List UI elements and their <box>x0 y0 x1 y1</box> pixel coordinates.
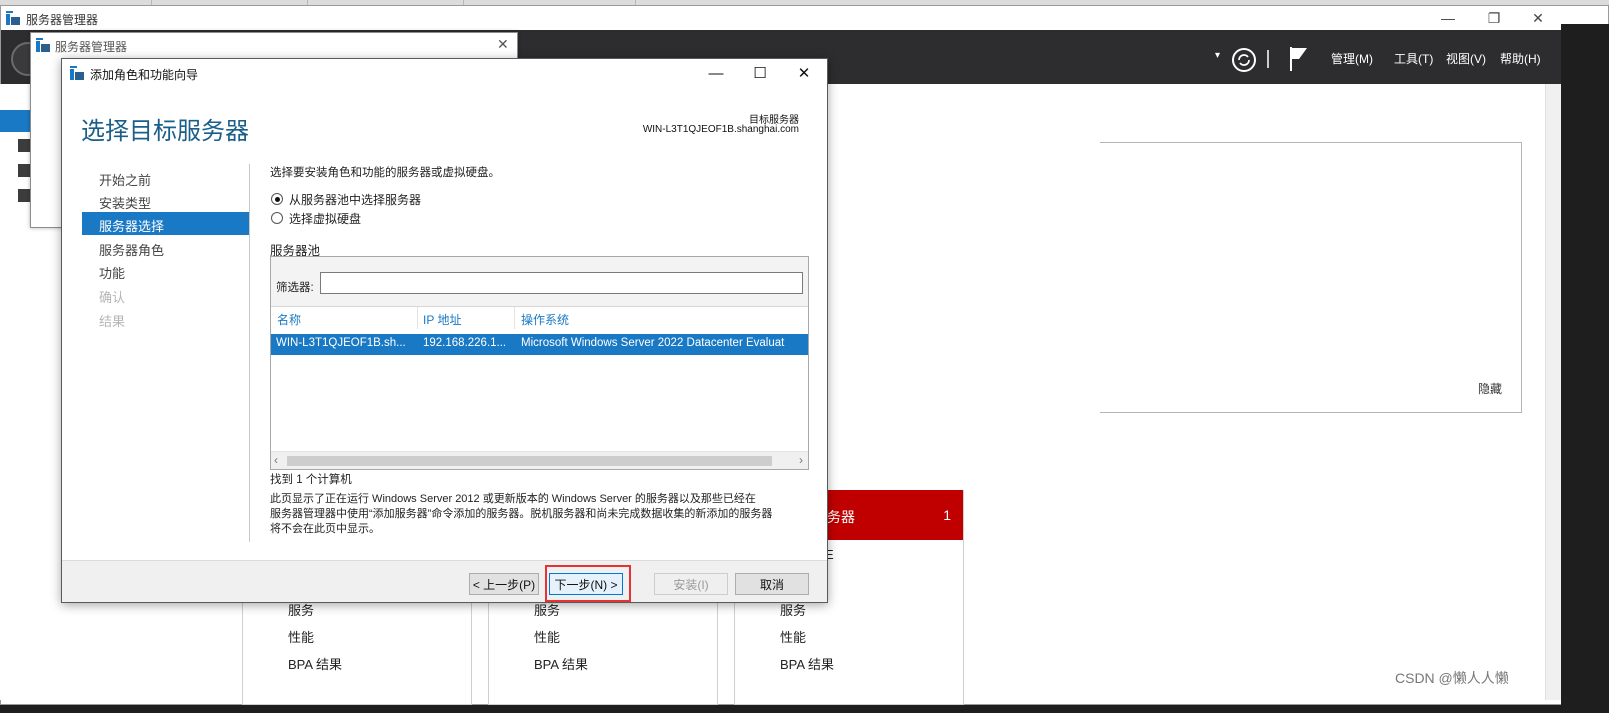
bg-window-title: 服务器管理器 <box>55 40 128 54</box>
dropdown-arrow-icon[interactable]: ▾ <box>1215 50 1220 61</box>
server-manager-icon <box>36 38 50 52</box>
wizard-icon <box>70 66 84 80</box>
hide-link[interactable]: 隐藏 <box>1478 380 1502 397</box>
button-bar: < 上一步(P) 下一步(N) > 安装(I) 取消 <box>62 560 827 602</box>
step-server-roles[interactable]: 服务器角色 <box>99 240 164 259</box>
found-count: 找到 1 个计算机 <box>270 474 352 486</box>
dialog-titlebar: 添加角色和功能向导 — ☐ ✕ <box>62 59 827 87</box>
menu-help[interactable]: 帮助(H) <box>1500 50 1541 67</box>
filter-area: 筛选器: <box>271 257 808 307</box>
content-scrollbar[interactable] <box>1545 84 1561 700</box>
dialog-title: 添加角色和功能向导 <box>90 68 199 82</box>
note-line-3: 将不会在此页中显示。 <box>270 523 380 535</box>
horizontal-scrollbar[interactable]: ‹ › <box>271 451 808 469</box>
note-line-1: 此页显示了正在运行 Windows Server 2012 或更新版本的 Win… <box>270 493 756 505</box>
column-os[interactable]: 操作系统 <box>521 311 569 328</box>
tile-3-title: 务器 <box>827 509 855 525</box>
column-separator[interactable] <box>514 307 515 329</box>
column-headers: 名称 IP 地址 操作系统 <box>271 307 808 329</box>
step-features[interactable]: 功能 <box>99 263 125 282</box>
cell-ip: 192.168.226.1... <box>423 337 507 349</box>
add-roles-wizard-dialog: 添加角色和功能向导 — ☐ ✕ 选择目标服务器 目标服务器 WIN-L3T1QJ… <box>61 58 828 603</box>
next-button-label: 下一步(N) > <box>554 577 618 592</box>
radio-vhd-label[interactable]: 选择虚拟硬盘 <box>289 210 361 227</box>
next-button[interactable]: 下一步(N) > <box>549 573 623 595</box>
intro-text: 选择要安装角色和功能的服务器或虚拟硬盘。 <box>270 167 500 179</box>
scrollbar-thumb[interactable] <box>287 456 772 466</box>
restore-icon: ❐ <box>1487 9 1501 26</box>
step-before-you-begin[interactable]: 开始之前 <box>99 170 151 189</box>
server-manager-icon <box>6 11 20 25</box>
close-icon: ✕ <box>797 65 811 82</box>
nav-divider <box>249 164 250 542</box>
tile-row-bpa[interactable]: BPA 结果 <box>780 654 834 673</box>
outer-titlebar: 服务器管理器 — ❐ ✕ <box>1 6 1608 30</box>
table-row[interactable]: WIN-L3T1QJEOF1B.sh... 192.168.226.1... M… <box>271 334 808 355</box>
minimize-icon: — <box>1441 10 1455 26</box>
radio-server-pool-label[interactable]: 从服务器池中选择服务器 <box>289 191 421 208</box>
tile-row-bpa[interactable]: BPA 结果 <box>534 654 588 673</box>
dialog-maximize-button[interactable]: ☐ <box>740 61 780 85</box>
toolbar-divider <box>1267 50 1269 68</box>
column-name[interactable]: 名称 <box>277 311 301 328</box>
bg-close-icon[interactable]: ✕ <box>497 36 509 53</box>
install-button: 安装(I) <box>654 573 728 595</box>
filter-input[interactable] <box>320 272 803 294</box>
cancel-button-label: 取消 <box>759 577 784 592</box>
cell-name: WIN-L3T1QJEOF1B.sh... <box>276 337 406 349</box>
step-results: 结果 <box>99 314 126 329</box>
scroll-left-icon[interactable]: ‹ <box>274 453 278 467</box>
tile-row-performance[interactable]: 性能 <box>780 627 806 646</box>
radio-vhd[interactable] <box>271 212 283 224</box>
step-installation-type[interactable]: 安装类型 <box>99 193 151 212</box>
minimize-icon: — <box>708 64 724 82</box>
destination-server-name: WIN-L3T1QJEOF1B.shanghai.com <box>642 124 799 135</box>
filter-label: 筛选器: <box>276 282 314 294</box>
note-line-2: 服务器管理器中使用“添加服务器”命令添加的服务器。脱机服务器和尚未完成数据收集的… <box>270 508 773 520</box>
welcome-panel <box>1100 142 1522 413</box>
previous-button-label: < 上一步(P) <box>472 577 536 592</box>
maximize-icon: ☐ <box>753 65 767 82</box>
outer-minimize-button[interactable]: — <box>1425 6 1471 30</box>
dialog-close-button[interactable]: ✕ <box>784 61 824 85</box>
scroll-right-icon[interactable]: › <box>799 453 803 467</box>
column-ip[interactable]: IP 地址 <box>423 311 461 328</box>
close-icon: ✕ <box>1532 9 1544 26</box>
menu-view[interactable]: 视图(V) <box>1446 50 1486 67</box>
step-server-selection-label: 服务器选择 <box>99 219 165 234</box>
radio-server-pool[interactable] <box>271 193 283 205</box>
outer-close-button[interactable]: ✕ <box>1515 6 1561 30</box>
server-pool-list: 筛选器: 名称 IP 地址 操作系统 WIN-L3T1QJEOF1B.sh...… <box>270 256 809 470</box>
menu-manage[interactable]: 管理(M) <box>1331 50 1373 67</box>
tile-row-bpa[interactable]: BPA 结果 <box>288 654 342 673</box>
tile-3-count: 1 <box>943 507 951 523</box>
tile-row-performance[interactable]: 性能 <box>534 627 560 646</box>
right-edge <box>1561 24 1609 713</box>
cancel-button[interactable]: 取消 <box>735 573 809 595</box>
step-confirmation: 确认 <box>99 290 126 305</box>
cell-os: Microsoft Windows Server 2022 Datacenter… <box>521 337 785 349</box>
column-separator[interactable] <box>417 307 418 329</box>
watermark: CSDN @懒人人懒 <box>1395 670 1509 686</box>
menu-tools[interactable]: 工具(T) <box>1394 50 1433 67</box>
tile-row-performance[interactable]: 性能 <box>288 627 314 646</box>
outer-window-title: 服务器管理器 <box>26 13 99 27</box>
previous-button[interactable]: < 上一步(P) <box>469 573 539 595</box>
flag-icon[interactable] <box>1289 47 1309 71</box>
outer-restore-button[interactable]: ❐ <box>1471 6 1517 30</box>
dialog-minimize-button[interactable]: — <box>696 61 736 85</box>
refresh-icon[interactable] <box>1231 47 1257 73</box>
install-button-label: 安装(I) <box>673 577 709 592</box>
page-title: 选择目标服务器 <box>81 117 249 145</box>
